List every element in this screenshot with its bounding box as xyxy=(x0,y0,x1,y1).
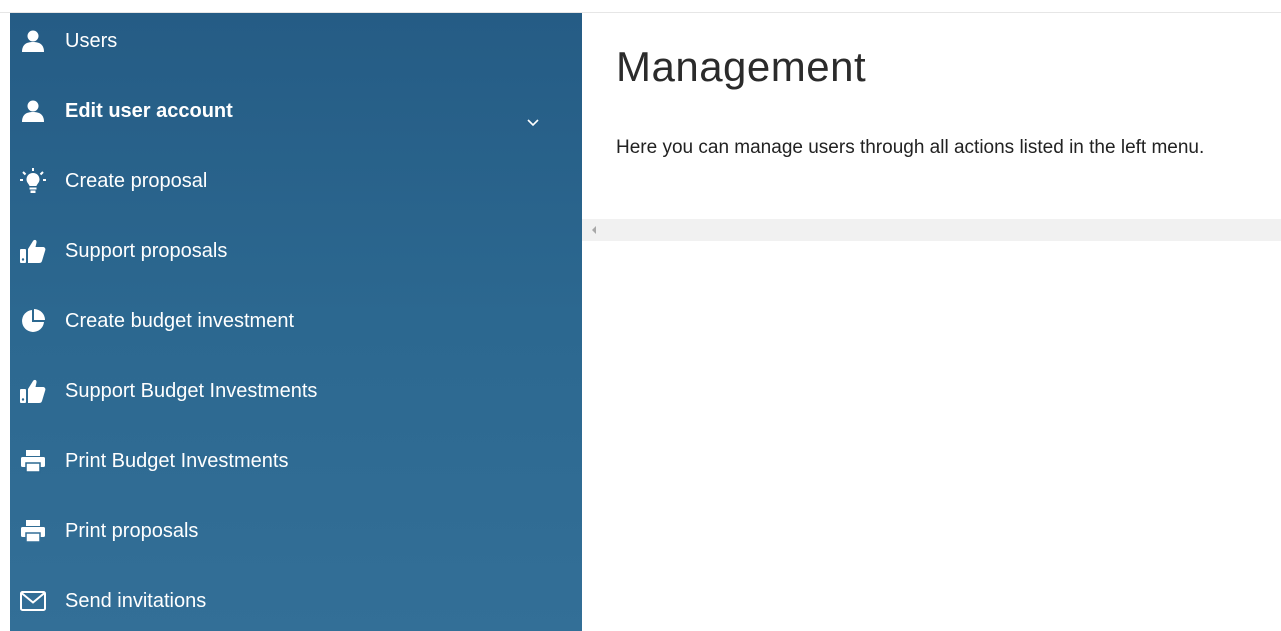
left-edge xyxy=(0,13,10,631)
sidebar-item-label: Print proposals xyxy=(65,520,199,542)
user-icon xyxy=(20,28,46,54)
sidebar-item-edit-user-account[interactable]: Edit user account xyxy=(10,76,582,146)
user-icon xyxy=(20,98,46,124)
sidebar-item-label: Create proposal xyxy=(65,170,208,192)
sidebar-item-support-proposals[interactable]: Support proposals xyxy=(10,216,582,286)
printer-icon xyxy=(20,448,46,474)
printer-icon xyxy=(20,518,46,544)
sidebar-item-create-budget-investment[interactable]: Create budget investment xyxy=(10,286,582,356)
lightbulb-icon xyxy=(20,168,46,194)
sidebar-item-users[interactable]: Users xyxy=(10,13,582,76)
sidebar-item-send-invitations[interactable]: Send invitations xyxy=(10,566,582,631)
envelope-icon xyxy=(20,588,46,614)
pie-chart-icon xyxy=(20,308,46,334)
sidebar-item-label: Support Budget Investments xyxy=(65,380,318,402)
sidebar-item-label: Create budget investment xyxy=(65,310,295,332)
horizontal-scrollbar[interactable] xyxy=(582,219,1281,241)
main-content: Management Here you can manage users thr… xyxy=(582,13,1281,631)
page-description: Here you can manage users through all ac… xyxy=(616,137,1205,158)
sidebar-item-label: Print Budget Investments xyxy=(65,450,289,472)
sidebar-item-print-budget-investments[interactable]: Print Budget Investments xyxy=(10,426,582,496)
sidebar-menu: Users Edit user account Create proposal … xyxy=(10,13,582,631)
sidebar-item-print-proposals[interactable]: Print proposals xyxy=(10,496,582,566)
sidebar-item-support-budget-investments[interactable]: Support Budget Investments xyxy=(10,356,582,426)
thumbs-up-icon xyxy=(20,378,46,404)
thumbs-up-icon xyxy=(20,238,46,264)
chevron-down-icon[interactable] xyxy=(526,115,540,127)
sidebar-item-label: Support proposals xyxy=(65,240,228,262)
top-border-strip xyxy=(0,0,1281,13)
sidebar-item-label: Send invitations xyxy=(65,590,207,612)
sidebar-item-label: Users xyxy=(65,30,118,52)
sidebar-item-create-proposal[interactable]: Create proposal xyxy=(10,146,582,216)
page-title: Management xyxy=(616,43,867,90)
scroll-left-arrow-icon[interactable] xyxy=(592,226,596,234)
sidebar-item-label: Edit user account xyxy=(65,100,233,122)
